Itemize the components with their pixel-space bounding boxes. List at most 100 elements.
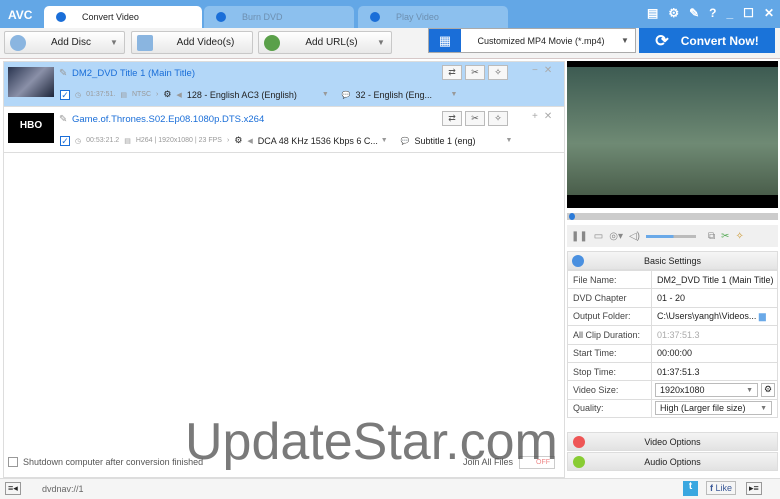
stop-icon[interactable]: ▭ xyxy=(594,231,603,242)
file-name-field[interactable]: DM2_DVD Title 1 (Main Title) xyxy=(651,269,778,290)
output-profile-select[interactable]: ▦ Customized MP4 Movie (*.mp4) ▼ xyxy=(428,28,636,53)
menu-icon[interactable]: ▤ xyxy=(647,6,658,20)
list-item[interactable]: HBO ✎ Game.of.Thrones.S02.Ep08.1080p.DTS… xyxy=(4,108,564,153)
tab-play-video[interactable]: Play Video xyxy=(358,6,508,28)
audio-settings-icon[interactable]: ⚙ xyxy=(163,89,171,100)
add-urls-button[interactable]: Add URL(s) ▼ xyxy=(258,31,392,54)
tab-label: Burn DVD xyxy=(242,12,283,22)
copy-icon[interactable]: ⧉ xyxy=(708,231,715,242)
maximize-icon[interactable]: ☐ xyxy=(743,6,754,20)
quality-select[interactable]: High (Larger file size) ▼ xyxy=(655,401,772,416)
quality-value: High (Larger file size) xyxy=(660,403,746,414)
add-disc-button[interactable]: Add Disc ▼ xyxy=(4,31,125,54)
output-folder-field[interactable]: C:\Users\yangh\Videos... ▆ xyxy=(651,306,778,327)
tab-burn-dvd[interactable]: Burn DVD xyxy=(204,6,354,28)
expand-icon[interactable]: + xyxy=(532,111,544,122)
add-urls-label: Add URL(s) xyxy=(305,37,358,48)
wrench-icon[interactable]: ✎ xyxy=(689,6,699,20)
convert-settings-icon[interactable]: ⇄ xyxy=(442,65,462,80)
help-icon[interactable]: ? xyxy=(709,6,716,20)
film-add-icon xyxy=(137,34,153,51)
edit-icon[interactable]: ✎ xyxy=(59,114,67,125)
video-size-select[interactable]: 1920x1080 ▼ xyxy=(655,383,758,398)
subtitle-select[interactable]: Subtitle 1 (eng) xyxy=(414,136,500,146)
join-toggle[interactable]: OFF xyxy=(519,455,555,469)
collapse-icon[interactable]: − xyxy=(532,65,544,76)
audio-options-button[interactable]: Audio Options xyxy=(567,452,778,471)
file-title[interactable]: Game.of.Thrones.S02.Ep08.1080p.DTS.x264 xyxy=(72,114,264,125)
video-options-button[interactable]: Video Options xyxy=(567,432,778,451)
speaker-icon: ◀ xyxy=(247,137,253,145)
gear-icon[interactable]: ⚙ xyxy=(761,383,775,398)
close-icon[interactable]: ✕ xyxy=(764,6,774,20)
magic-wand-icon[interactable]: ✧ xyxy=(736,231,744,242)
speaker-icon xyxy=(573,456,585,468)
video-info-icon: ▤ xyxy=(120,91,127,99)
shutdown-checkbox[interactable] xyxy=(8,457,18,467)
chevron-down-icon[interactable]: ▼ xyxy=(381,137,388,144)
camera-icon[interactable]: ◎▾ xyxy=(609,231,623,242)
convert-now-button[interactable]: ⟳ Convert Now! xyxy=(639,28,775,53)
file-duration: 01:37:51. xyxy=(86,91,116,98)
chevron-down-icon[interactable]: ▼ xyxy=(505,137,512,144)
status-path: dvdnav://1 xyxy=(42,484,84,494)
collapse-left-icon[interactable]: ≡◂ xyxy=(5,482,21,495)
volume-slider[interactable] xyxy=(646,234,696,238)
video-info-icon: ▤ xyxy=(124,137,131,145)
video-info: NTSC xyxy=(131,91,151,98)
audio-track-select[interactable]: 128 - English AC3 (English) xyxy=(187,90,317,100)
start-time-field[interactable]: 00:00:00 xyxy=(651,343,778,363)
facebook-like-button[interactable]: f Like xyxy=(706,481,737,495)
add-videos-label: Add Video(s) xyxy=(176,37,235,48)
seek-bar[interactable] xyxy=(567,213,778,220)
clock-icon: ◷ xyxy=(75,137,82,145)
convert-settings-icon[interactable]: ⇄ xyxy=(442,111,462,126)
add-videos-button[interactable]: Add Video(s) xyxy=(131,31,253,54)
file-checkbox[interactable]: ✓ xyxy=(60,89,70,100)
bottom-options: Shutdown computer after conversion finis… xyxy=(3,452,565,472)
chevron-down-icon[interactable]: ▼ xyxy=(377,38,391,47)
subtitle-select[interactable]: 32 - English (Eng... xyxy=(355,90,445,100)
video-info: H264 | 1920x1080 | 23 FPS xyxy=(135,137,222,144)
tab-convert-video[interactable]: Convert Video xyxy=(44,6,202,28)
audio-track-select[interactable]: DCA 48 KHz 1536 Kbps 6 C... xyxy=(258,136,378,146)
title-bar: AVC Convert Video Burn DVD Play Video ▤ ⚙… xyxy=(0,0,780,28)
minimize-icon[interactable]: _ xyxy=(726,6,733,20)
setting-label: Stop Time: xyxy=(567,361,652,382)
stop-time-field[interactable]: 01:37:51.3 xyxy=(651,361,778,382)
setting-label: File Name: xyxy=(567,269,652,290)
audio-options-label: Audio Options xyxy=(644,457,701,467)
folder-icon[interactable]: ▆ xyxy=(759,311,766,321)
player-controls: ❚❚ ▭ ◎▾ ◁) ⧉ ✂ ✧ xyxy=(567,225,778,247)
volume-icon[interactable]: ◁) xyxy=(629,231,640,242)
settings-table: File Name: DM2_DVD Title 1 (Main Title) D… xyxy=(567,269,778,419)
file-checkbox[interactable]: ✓ xyxy=(60,135,70,146)
remove-icon[interactable]: ✕ xyxy=(544,111,558,122)
app-logo: AVC xyxy=(8,8,33,22)
dvd-chapter-field[interactable]: 01 - 20 xyxy=(651,288,778,308)
disc-add-icon xyxy=(10,34,26,51)
setting-label: Output Folder: xyxy=(567,306,652,327)
scissors-icon[interactable]: ✂ xyxy=(465,111,485,126)
basic-settings-header[interactable]: Basic Settings xyxy=(567,251,778,270)
status-bar: ≡◂ dvdnav://1 t f Like ▸≡ xyxy=(0,478,780,499)
twitter-icon[interactable]: t xyxy=(683,481,698,496)
chevron-down-icon[interactable]: ▼ xyxy=(110,38,124,47)
edit-icon[interactable]: ✎ xyxy=(59,68,67,79)
chevron-down-icon[interactable]: ▼ xyxy=(450,91,457,98)
video-thumbnail: HBO xyxy=(8,113,54,143)
magic-wand-icon[interactable]: ✧ xyxy=(488,111,508,126)
setting-label: Start Time: xyxy=(567,343,652,363)
remove-icon[interactable]: ✕ xyxy=(544,65,558,76)
list-item[interactable]: ✎ DM2_DVD Title 1 (Main Title) ✓ ◷ 01:37:5… xyxy=(4,62,564,107)
gear-icon[interactable]: ⚙ xyxy=(668,6,679,20)
pause-icon[interactable]: ❚❚ xyxy=(571,231,588,242)
crop-icon[interactable]: ✂ xyxy=(721,231,729,242)
chevron-down-icon[interactable]: ▼ xyxy=(322,91,329,98)
file-title[interactable]: DM2_DVD Title 1 (Main Title) xyxy=(72,68,195,79)
magic-wand-icon[interactable]: ✧ xyxy=(488,65,508,80)
collapse-right-icon[interactable]: ▸≡ xyxy=(746,482,762,495)
tab-label: Play Video xyxy=(396,12,439,22)
audio-settings-icon[interactable]: ⚙ xyxy=(234,135,242,146)
scissors-icon[interactable]: ✂ xyxy=(465,65,485,80)
